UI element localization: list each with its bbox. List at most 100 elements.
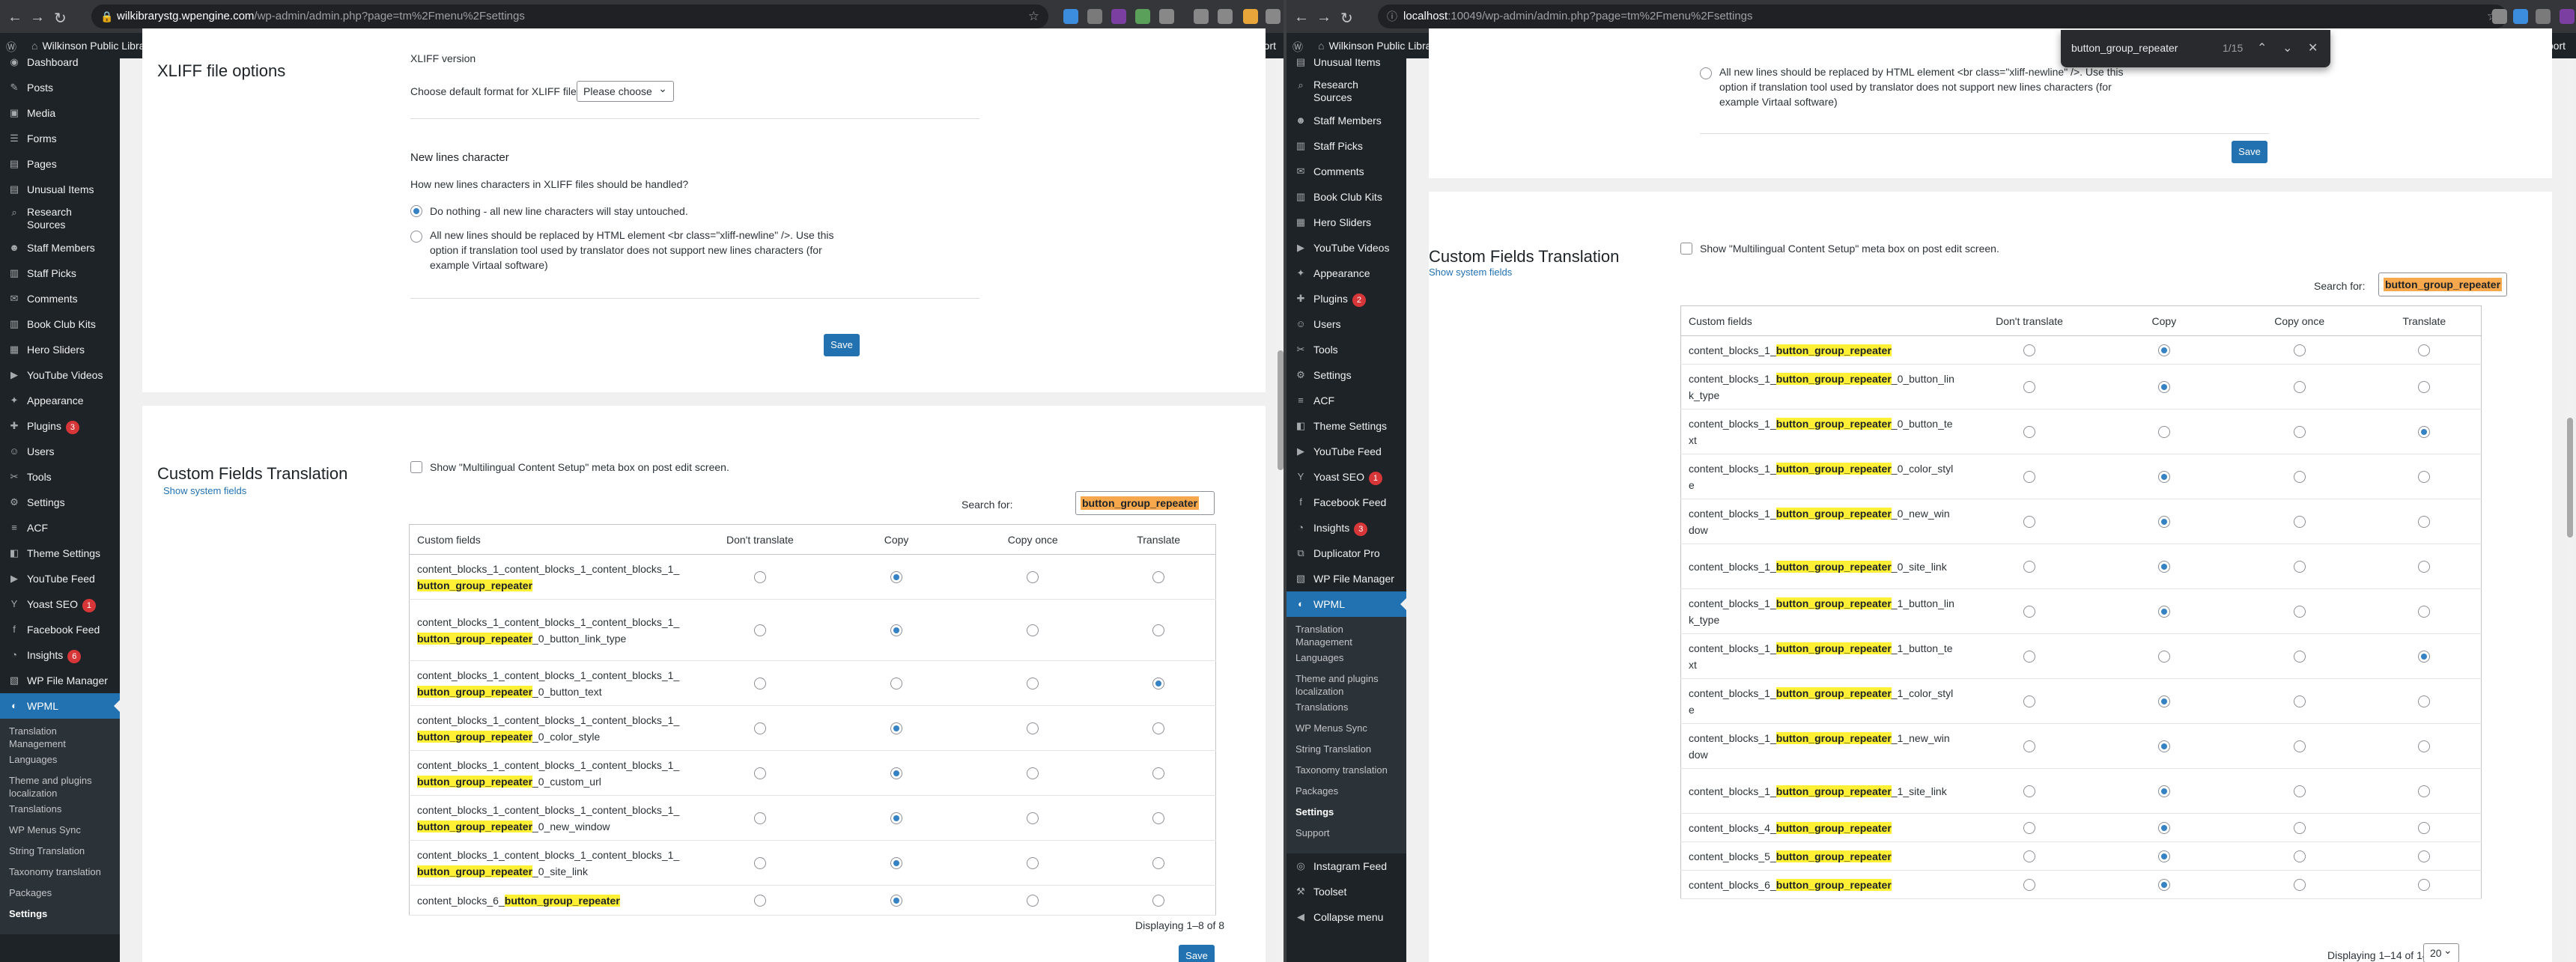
reload-icon[interactable]: ↻ bbox=[1340, 9, 1353, 28]
extension-icon[interactable] bbox=[1135, 9, 1150, 24]
submenu-theme-and-plugins-localization[interactable]: Theme and plugins localization bbox=[9, 774, 114, 800]
menu-item-duplicator-pro[interactable]: ⧉ Duplicator Pro bbox=[1287, 541, 1406, 566]
submenu-wp-menus-sync[interactable]: WP Menus Sync bbox=[1295, 722, 1400, 734]
radio-translate[interactable] bbox=[1152, 571, 1165, 584]
metabox-checkbox[interactable] bbox=[1680, 243, 1692, 255]
radio-copy-once[interactable] bbox=[2293, 850, 2306, 863]
radio-translate[interactable] bbox=[2418, 651, 2431, 663]
radio-copy[interactable] bbox=[890, 624, 903, 637]
extension-icon[interactable] bbox=[1063, 9, 1078, 24]
radio-translate[interactable] bbox=[1152, 678, 1165, 690]
forward-icon[interactable]: → bbox=[1316, 9, 1331, 26]
menu-item-acf[interactable]: ≡ ACF bbox=[0, 515, 120, 541]
radio-dont-translate[interactable] bbox=[2023, 344, 2036, 357]
submenu-packages[interactable]: Packages bbox=[9, 886, 114, 899]
menu-item-dashboard[interactable]: ◉ Dashboard bbox=[0, 49, 120, 75]
find-next-icon[interactable]: ⌄ bbox=[2282, 40, 2292, 55]
submenu-translations[interactable]: Translations bbox=[9, 803, 114, 815]
radio-copy[interactable] bbox=[2157, 516, 2170, 529]
submenu-taxonomy-translation[interactable]: Taxonomy translation bbox=[9, 865, 114, 878]
radio-dont-translate[interactable] bbox=[2023, 426, 2036, 439]
radio-dont-translate[interactable] bbox=[753, 895, 766, 907]
radio-dont-translate[interactable] bbox=[2023, 822, 2036, 835]
menu-item-youtube-feed[interactable]: ▶ YouTube Feed bbox=[0, 566, 120, 591]
submenu-string-translation[interactable]: String Translation bbox=[9, 844, 114, 857]
extension-icon[interactable] bbox=[1159, 9, 1174, 24]
scrollbar-thumb[interactable] bbox=[2567, 418, 2573, 538]
radio-copy[interactable] bbox=[2157, 561, 2170, 573]
extension-icon[interactable] bbox=[1087, 9, 1102, 24]
find-close-icon[interactable]: ✕ bbox=[2308, 40, 2318, 55]
radio-translate[interactable] bbox=[1152, 895, 1165, 907]
radio-copy-once[interactable] bbox=[1027, 722, 1039, 735]
search-input[interactable]: button_group_repeater bbox=[2378, 273, 2507, 296]
menu-item-posts[interactable]: ✎ Posts bbox=[0, 75, 120, 100]
radio-copy[interactable] bbox=[890, 857, 903, 870]
radio-copy-once[interactable] bbox=[2293, 381, 2306, 394]
radio-copy[interactable] bbox=[2157, 740, 2170, 753]
show-system-fields-link[interactable]: Show system fields bbox=[163, 485, 246, 496]
radio-dont-translate[interactable] bbox=[2023, 850, 2036, 863]
submenu-settings[interactable]: Settings bbox=[9, 907, 114, 920]
radio-copy-once[interactable] bbox=[2293, 695, 2306, 708]
left-address-bar[interactable]: 🔒 wilkibrarystg.wpengine.com/wp-admin/adm… bbox=[91, 4, 1048, 28]
menu-item-youtube-feed[interactable]: ▶ YouTube Feed bbox=[1287, 439, 1406, 464]
per-page-select[interactable]: 20 bbox=[2423, 941, 2459, 962]
menu-item-acf[interactable]: ≡ ACF bbox=[1287, 388, 1406, 413]
radio-copy-once[interactable] bbox=[2293, 651, 2306, 663]
radio-translate[interactable] bbox=[2418, 561, 2431, 573]
radio-copy-once[interactable] bbox=[2293, 426, 2306, 439]
radio-translate[interactable] bbox=[1152, 722, 1165, 735]
radio-translate[interactable] bbox=[1152, 812, 1165, 825]
radio-translate[interactable] bbox=[1152, 767, 1165, 780]
extension-icon[interactable] bbox=[2560, 9, 2575, 24]
menu-item-forms[interactable]: ☰ Forms bbox=[0, 126, 120, 151]
radio-dont-translate[interactable] bbox=[2023, 561, 2036, 573]
save-new-lines-button[interactable]: Save bbox=[2232, 141, 2267, 163]
radio-translate[interactable] bbox=[2418, 381, 2431, 394]
radio-translate[interactable] bbox=[1152, 624, 1165, 637]
search-input[interactable]: button_group_repeater bbox=[1075, 491, 1215, 515]
radio-translate[interactable] bbox=[2418, 850, 2431, 863]
radio-copy[interactable] bbox=[890, 812, 903, 825]
menu-item-pages[interactable]: ▤ Pages bbox=[0, 151, 120, 177]
submenu-translations[interactable]: Translations bbox=[1295, 701, 1400, 713]
menu-item-staff-picks[interactable]: ▥ Staff Picks bbox=[0, 261, 120, 286]
radio-copy[interactable] bbox=[2157, 785, 2170, 798]
radio-dont-translate[interactable] bbox=[753, 812, 766, 825]
radio-dont-translate[interactable] bbox=[753, 857, 766, 870]
menu-item-wpml[interactable]: ◐ WPML bbox=[0, 693, 120, 719]
extension-icon[interactable] bbox=[2513, 9, 2528, 24]
back-icon[interactable]: ← bbox=[7, 9, 22, 26]
radio-copy-once[interactable] bbox=[2293, 344, 2306, 357]
radio-dont-translate[interactable] bbox=[2023, 516, 2036, 529]
menu-item-staff-members[interactable]: ☻ Staff Members bbox=[0, 235, 120, 261]
radio-copy[interactable] bbox=[2157, 471, 2170, 484]
menu-item-yoast-seo[interactable]: Y Yoast SEO 1 bbox=[1287, 464, 1406, 490]
radio-dont-translate[interactable] bbox=[2023, 740, 2036, 753]
show-system-fields-link[interactable]: Show system fields bbox=[1429, 267, 1512, 278]
radio-copy-once[interactable] bbox=[2293, 822, 2306, 835]
radio-copy[interactable] bbox=[2157, 822, 2170, 835]
radio-translate[interactable] bbox=[2418, 516, 2431, 529]
radio-dont-translate[interactable] bbox=[2023, 381, 2036, 394]
reload-icon[interactable]: ↻ bbox=[54, 9, 67, 28]
radio-copy[interactable] bbox=[2157, 850, 2170, 863]
radio-copy[interactable] bbox=[2157, 695, 2170, 708]
menu-item-hero-sliders[interactable]: ▦ Hero Sliders bbox=[0, 337, 120, 362]
menu-item-comments[interactable]: ✉ Comments bbox=[1287, 159, 1406, 184]
menu-item-settings[interactable]: ⚙ Settings bbox=[1287, 362, 1406, 388]
menu-item-book-club-kits[interactable]: ▥ Book Club Kits bbox=[1287, 184, 1406, 210]
radio-dont-translate[interactable] bbox=[753, 624, 766, 637]
xliff-format-select[interactable]: Please choose bbox=[577, 79, 674, 102]
radio-translate[interactable] bbox=[1152, 857, 1165, 870]
menu-item-appearance[interactable]: ✦ Appearance bbox=[0, 388, 120, 413]
menu-item-research-sources[interactable]: ⌕ Research Sources bbox=[1287, 75, 1406, 108]
radio-dont-translate[interactable] bbox=[753, 678, 766, 690]
forward-icon[interactable]: → bbox=[30, 9, 45, 26]
submenu-string-translation[interactable]: String Translation bbox=[1295, 743, 1400, 755]
radio-dont-translate[interactable] bbox=[2023, 879, 2036, 892]
radio-copy-once[interactable] bbox=[1027, 895, 1039, 907]
menu-item-collapse-menu[interactable]: ◀ Collapse menu bbox=[1287, 904, 1406, 930]
right-address-bar[interactable]: ⓘ localhost:10049/wp-admin/admin.php?page… bbox=[1378, 4, 2507, 28]
